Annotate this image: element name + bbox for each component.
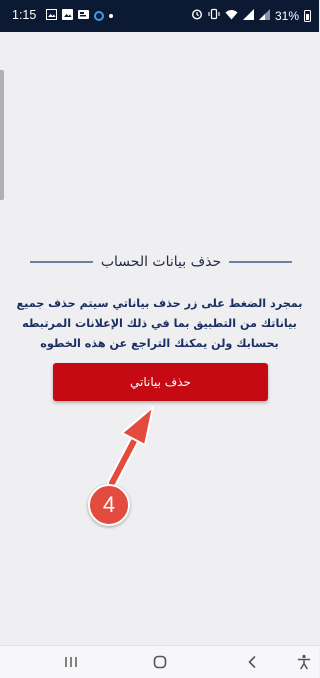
home-icon[interactable] xyxy=(148,653,172,671)
alarm-icon xyxy=(191,8,203,23)
dot-icon xyxy=(109,14,113,18)
signal-icon xyxy=(258,8,270,23)
circle-app-icon xyxy=(94,11,104,21)
photo-icon xyxy=(62,9,73,23)
signal-icon xyxy=(242,8,254,23)
scroll-indicator[interactable] xyxy=(0,70,4,200)
delete-warning-text: بمجرد الضغط على زر حذف بياناتي سيتم حذف … xyxy=(16,297,303,350)
card-icon xyxy=(78,9,89,23)
pointer-arrow-icon xyxy=(107,406,154,487)
recents-icon[interactable] xyxy=(59,653,83,671)
page-title: حذف بيانات الحساب xyxy=(100,254,222,270)
step-number-badge: 4 xyxy=(88,484,130,526)
heading-divider-left xyxy=(30,261,93,263)
heading-divider-right xyxy=(229,261,292,263)
notification-icons xyxy=(46,9,113,23)
battery-icon xyxy=(304,9,311,22)
status-bar: 1:15 31% xyxy=(0,0,319,32)
battery-percent: 31% xyxy=(274,8,299,23)
wifi-icon xyxy=(225,9,238,23)
vibrate-icon xyxy=(208,8,220,23)
status-time: 1:15 xyxy=(12,8,37,22)
navigation-bar xyxy=(0,645,319,678)
system-icons: 31% xyxy=(191,8,311,23)
accessibility-icon[interactable] xyxy=(292,653,316,671)
delete-my-data-button[interactable]: حذف بياناتي xyxy=(53,363,268,401)
section-heading-row: حذف بيانات الحساب xyxy=(30,252,292,272)
back-icon[interactable] xyxy=(240,653,264,671)
image-icon xyxy=(46,9,57,23)
